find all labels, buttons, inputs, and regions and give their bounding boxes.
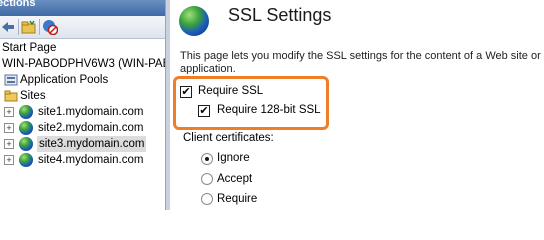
require-128bit-label: Require 128-bit SSL: [217, 104, 321, 116]
require-ssl-label: Require SSL: [198, 85, 264, 97]
require-radio[interactable]: [201, 193, 213, 205]
tree-item-site[interactable]: + site2.mydomain.com: [0, 120, 165, 136]
tree-item-label: Application Pools: [20, 74, 109, 86]
accept-radio-label: Accept: [217, 173, 253, 185]
tree-item-site[interactable]: + site1.mydomain.com: [0, 104, 165, 120]
globe-icon: [19, 153, 33, 167]
toolbar-separator: [18, 19, 19, 35]
connections-header: ections: [0, 0, 165, 16]
expand-icon[interactable]: +: [4, 107, 14, 117]
connections-pane: ections Start Page WIN-PABODPHV6W3 (WIN-…: [0, 0, 165, 210]
folder-icon: [4, 89, 18, 103]
application-pools-icon: [4, 73, 18, 87]
folder-add-icon[interactable]: [21, 19, 37, 35]
toolbar-separator: [39, 19, 40, 35]
tree-item-label: Start Page: [2, 42, 57, 54]
client-certificates-label: Client certificates:: [183, 132, 274, 144]
ssl-globe-icon: [179, 6, 209, 36]
back-icon[interactable]: [0, 19, 16, 35]
expand-icon[interactable]: +: [4, 123, 14, 133]
require-128bit-checkbox[interactable]: ✔: [198, 105, 210, 117]
tree-item-label: WIN-PABODPHV6W3 (WIN-PABO: [2, 58, 165, 70]
tree-item-label: Sites: [20, 90, 46, 102]
tree-item-label: site2.mydomain.com: [38, 122, 144, 134]
tree-item-label: site3.mydomain.com: [37, 136, 147, 152]
tree-item-site[interactable]: + site4.mydomain.com: [0, 152, 165, 168]
ignore-radio-label: Ignore: [217, 152, 250, 164]
globe-icon: [19, 137, 33, 151]
connections-title: ections: [0, 0, 36, 9]
page-description: This page lets you modify the SSL settin…: [180, 50, 541, 74]
tree-item-site[interactable]: + site3.mydomain.com: [0, 136, 165, 152]
globe-icon: [19, 105, 33, 119]
require-ssl-checkbox[interactable]: ✔: [180, 86, 192, 98]
expand-icon[interactable]: +: [4, 155, 14, 165]
page-title: SSL Settings: [228, 5, 332, 25]
ssl-settings-panel: SSL Settings This page lets you modify t…: [170, 0, 544, 210]
connections-toolbar: [0, 16, 165, 39]
ignore-radio[interactable]: [201, 153, 213, 165]
require-radio-label: Require: [217, 193, 258, 205]
expand-icon[interactable]: +: [4, 139, 14, 149]
tree-item-label: site1.mydomain.com: [38, 106, 144, 118]
disconnect-icon[interactable]: [42, 19, 59, 36]
globe-icon: [19, 121, 33, 135]
tree-item-label: site4.mydomain.com: [38, 154, 144, 166]
accept-radio[interactable]: [201, 173, 213, 185]
